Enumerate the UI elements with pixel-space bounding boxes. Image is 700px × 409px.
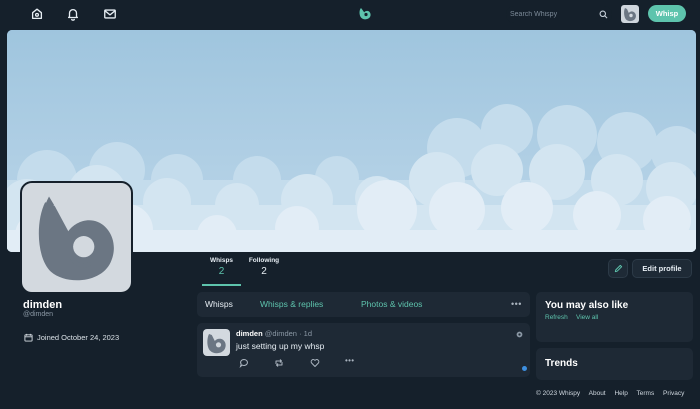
tab-photos-videos[interactable]: Photos & videos (361, 299, 422, 309)
reply-icon[interactable] (239, 358, 249, 368)
display-name: dimden (23, 299, 63, 311)
profile-handle: @dimden (23, 311, 54, 318)
trends-card: Trends (536, 348, 693, 380)
user-avatar[interactable] (621, 5, 639, 23)
top-bar: Whisp (0, 0, 700, 28)
stat-following-value: 2 (261, 266, 267, 277)
footer-link-about[interactable]: About (589, 390, 606, 397)
suggestions-card: You may also like Refresh View all (536, 292, 693, 342)
bell-icon[interactable] (66, 7, 80, 21)
trends-title: Trends (545, 358, 578, 369)
post-author-name[interactable]: dimden (236, 329, 263, 338)
post-header: dimden @dimden · 1d (236, 329, 312, 338)
post-more-icon[interactable]: ••• (345, 356, 359, 366)
tabs-more-button[interactable]: ••• (511, 300, 522, 309)
post-time[interactable]: 1d (304, 329, 312, 338)
edit-pencil-button[interactable] (608, 259, 628, 278)
home-icon[interactable] (30, 7, 44, 21)
stat-following-label: Following (248, 257, 280, 264)
footer-link-privacy[interactable]: Privacy (663, 390, 684, 397)
search-icon[interactable] (599, 10, 608, 19)
post-author-handle: @dimden (264, 329, 297, 338)
refresh-link[interactable]: Refresh (545, 314, 568, 321)
post-avatar[interactable] (203, 329, 230, 356)
stat-whisps[interactable]: Whisps 2 (202, 257, 241, 286)
whisp-button[interactable]: Whisp (648, 5, 686, 22)
footer-link-terms[interactable]: Terms (637, 390, 655, 397)
edit-profile-button[interactable]: Edit profile (632, 259, 692, 278)
rewhisp-icon[interactable] (274, 358, 284, 368)
tab-whisps[interactable]: Whisps (205, 299, 233, 309)
footer: © 2023 Whispy About Help Terms Privacy (536, 390, 691, 397)
joined-date: Joined October 24, 2023 (24, 333, 119, 342)
mail-icon[interactable] (103, 7, 117, 21)
whisp-post[interactable]: dimden @dimden · 1d just setting up my w… (197, 323, 530, 377)
stat-whisps-label: Whisps (209, 257, 234, 264)
suggestions-title: You may also like (545, 300, 629, 311)
pencil-icon (614, 264, 622, 273)
post-separator: · (299, 329, 302, 338)
unread-dot (522, 366, 527, 371)
settings-icon[interactable] (516, 331, 523, 338)
footer-copyright: © 2023 Whispy (536, 390, 581, 397)
calendar-icon (24, 333, 33, 342)
view-all-link[interactable]: View all (576, 314, 598, 321)
stat-whisps-value: 2 (218, 266, 225, 277)
profile-avatar[interactable] (20, 181, 133, 294)
footer-link-help[interactable]: Help (614, 390, 627, 397)
search-input[interactable] (506, 6, 594, 23)
like-icon[interactable] (310, 358, 320, 368)
tab-whisps-replies[interactable]: Whisps & replies (260, 299, 323, 309)
whale-logo-icon[interactable] (357, 5, 373, 21)
profile-tabs: Whisps Whisps & replies Photos & videos … (197, 292, 530, 317)
stat-following[interactable]: Following 2 (246, 257, 282, 277)
joined-text: Joined October 24, 2023 (37, 333, 120, 342)
post-text: just setting up my whsp (236, 341, 325, 351)
search-box (506, 6, 612, 23)
